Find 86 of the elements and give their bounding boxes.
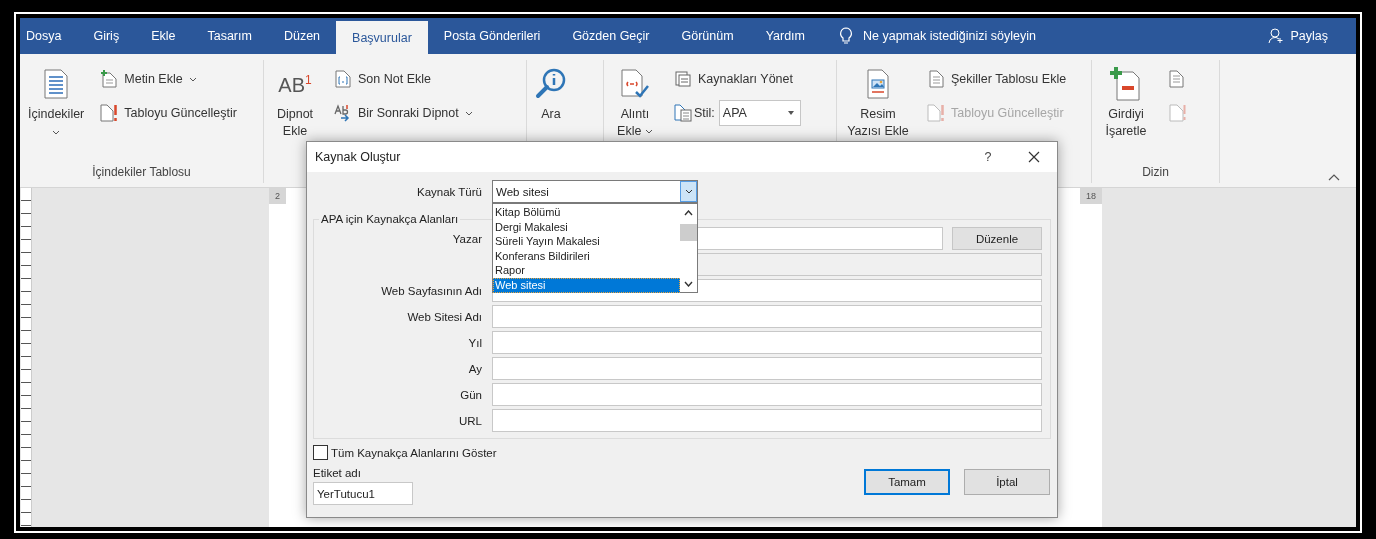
help-button[interactable]: ? bbox=[965, 142, 1011, 172]
ribbon-button[interactable]: Girdiyi İşaretle bbox=[1098, 60, 1154, 140]
input-field[interactable] bbox=[492, 409, 1042, 432]
source-type-dropdown[interactable]: Web sitesi bbox=[492, 180, 698, 203]
input-field[interactable] bbox=[492, 305, 1042, 328]
dialog-button[interactable]: Tamam bbox=[864, 469, 950, 495]
chevron-down-icon bbox=[684, 189, 693, 194]
field-label: Yazar bbox=[451, 232, 482, 245]
mark-entry-icon bbox=[1109, 66, 1143, 102]
group-label: İçindekiler Tablosu bbox=[92, 165, 191, 179]
scroll-up-icon bbox=[684, 209, 693, 216]
list-option[interactable]: Rapor bbox=[493, 263, 680, 278]
ribbon-button[interactable]: Ara bbox=[533, 60, 569, 140]
ribbon-button[interactable]: İçindekiler bbox=[26, 60, 87, 140]
field-label: Ay bbox=[467, 362, 482, 375]
ribbon-button[interactable]: Tabloyu Güncelleştir bbox=[100, 102, 237, 124]
update-table-icon bbox=[927, 104, 945, 122]
scroll-thumb[interactable] bbox=[680, 224, 697, 241]
ribbon-button[interactable]: Şekiller Tablosu Ekle bbox=[927, 68, 1067, 90]
ribbon-tab[interactable]: Posta Gönderileri bbox=[427, 18, 557, 54]
list-option[interactable]: Dergi Makalesi bbox=[493, 219, 680, 235]
field-label: Yıl bbox=[467, 336, 482, 349]
group-label: Dizin bbox=[1142, 165, 1169, 179]
ribbon-tab[interactable]: Dosya bbox=[20, 18, 78, 54]
update-index-icon bbox=[1168, 104, 1186, 122]
ribbon-button[interactable]: Kaynakları Yönet bbox=[674, 68, 801, 90]
style-icon bbox=[674, 104, 692, 122]
panel-legend: APA için Kaynakça Alanları bbox=[319, 213, 461, 225]
field-label: Web Sayfasının Adı bbox=[380, 284, 482, 297]
ribbon-button[interactable]: Resim Yazısı Ekle bbox=[843, 60, 913, 140]
share-button[interactable]: Paylaş bbox=[1262, 18, 1334, 54]
dropdown-arrow-icon bbox=[787, 111, 794, 115]
next-footnote-icon bbox=[334, 104, 352, 122]
ribbon-button[interactable]: Bir Sonraki Dipnot bbox=[334, 102, 473, 124]
caption-icon bbox=[866, 68, 890, 100]
dialog-title: Kaynak Oluştur bbox=[315, 150, 402, 164]
dialog-button[interactable]: İptal bbox=[964, 469, 1050, 495]
ribbon-tab[interactable]: Gözden Geçir bbox=[556, 18, 666, 54]
ribbon-tab[interactable]: Yardım bbox=[749, 18, 821, 54]
ribbon-button[interactable]: Metin Ekle bbox=[100, 68, 237, 90]
field-label: Kaynak Türü bbox=[416, 185, 482, 198]
ruler-number: 2 bbox=[275, 191, 280, 201]
ribbon-tab[interactable]: Ekle bbox=[135, 18, 192, 54]
list-option[interactable]: Konferans Bildirileri bbox=[493, 248, 680, 264]
list-option[interactable]: Süreli Yayın Makalesi bbox=[493, 234, 680, 249]
lightbulb-icon bbox=[839, 27, 853, 45]
ribbon-button[interactable]: AB$^{1}$ Dipnot Ekle bbox=[270, 60, 320, 140]
input-field[interactable]: YerTutucu1 bbox=[313, 482, 413, 505]
checkbox[interactable] bbox=[313, 445, 328, 460]
ribbon-button[interactable]: Son Not Ekle bbox=[334, 68, 473, 90]
input-field[interactable] bbox=[492, 331, 1042, 354]
list-option[interactable]: Web sitesi bbox=[493, 277, 680, 293]
document-list-icon bbox=[44, 69, 69, 99]
close-icon bbox=[1028, 151, 1040, 163]
search-icon bbox=[535, 68, 567, 100]
citation-icon bbox=[620, 68, 650, 100]
ruler-number: 18 bbox=[1086, 191, 1096, 201]
ribbon-button[interactable] bbox=[1168, 68, 1186, 90]
ribbon-tab[interactable]: Giriş bbox=[77, 18, 136, 54]
ribbon-tab[interactable]: Tasarım bbox=[191, 18, 268, 54]
ribbon-tab[interactable]: Düzen bbox=[267, 18, 337, 54]
endnote-icon bbox=[334, 70, 352, 88]
insert-index-icon bbox=[1168, 70, 1186, 88]
field-label: Gün bbox=[459, 388, 482, 401]
ribbon-tab[interactable]: Görünüm bbox=[665, 18, 750, 54]
field-label: Etiket adı bbox=[313, 467, 362, 479]
ribbon-button[interactable]: Alıntı Ekle bbox=[610, 60, 660, 140]
ribbon-tab[interactable]: Başvurular bbox=[336, 21, 428, 54]
style-label: Stil: bbox=[694, 106, 715, 120]
list-option[interactable]: Kitap Bölümü bbox=[493, 205, 680, 220]
manage-sources-icon bbox=[674, 70, 692, 88]
search-prompt[interactable]: Ne yapmak istediğinizi söyleyin bbox=[863, 29, 1036, 43]
field-label: URL bbox=[458, 414, 482, 427]
style-dropdown[interactable]: APA bbox=[718, 100, 801, 126]
update-table-icon bbox=[100, 104, 119, 122]
scroll-down-icon bbox=[684, 280, 693, 287]
input-field[interactable] bbox=[492, 383, 1042, 406]
collapse-ribbon-icon bbox=[1328, 173, 1340, 181]
person-icon bbox=[1268, 28, 1285, 44]
edit-button[interactable]: Düzenle bbox=[952, 227, 1042, 250]
input-field[interactable] bbox=[492, 357, 1042, 380]
field-label: Web Sitesi Adı bbox=[406, 310, 482, 323]
checkbox-label: Tüm Kaynakça Alanlarını Göster bbox=[331, 446, 497, 459]
document-icon bbox=[927, 70, 945, 88]
add-text-icon bbox=[100, 70, 119, 88]
superscript-glyph: AB$^{1}$ bbox=[278, 73, 312, 95]
